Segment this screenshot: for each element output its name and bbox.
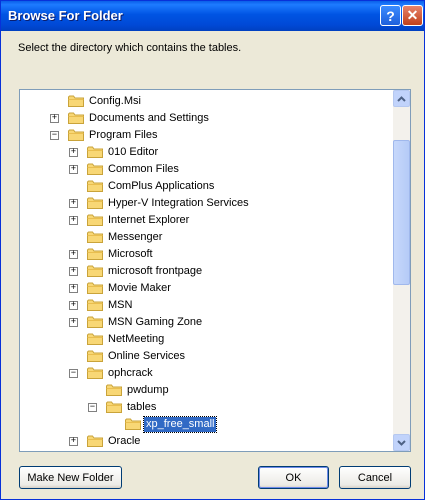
tree-item[interactable]: Config.Msi	[20, 93, 390, 110]
chevron-down-icon	[397, 439, 406, 446]
tree-item-label[interactable]: Config.Msi	[87, 94, 143, 109]
tree-item[interactable]: + Microsoft	[20, 246, 390, 263]
folder-icon	[87, 333, 103, 345]
folder-icon	[87, 231, 103, 243]
folder-icon	[87, 248, 103, 260]
help-button[interactable]: ?	[380, 5, 401, 26]
folder-icon	[87, 163, 103, 175]
dialog-title: Browse For Folder	[8, 8, 123, 23]
tree-item-label[interactable]: Program Files	[87, 128, 159, 143]
tree-item[interactable]: pwdump	[20, 382, 390, 399]
tree-item-label[interactable]: Common Files	[106, 162, 181, 177]
folder-icon	[87, 146, 103, 158]
tree-item[interactable]: − Program Files	[20, 127, 390, 144]
expand-icon[interactable]: +	[69, 250, 78, 259]
collapse-icon[interactable]: −	[69, 369, 78, 378]
folder-tree[interactable]: Config.Msi + Documents and Settings − Progra…	[19, 89, 411, 452]
expand-icon[interactable]: +	[69, 318, 78, 327]
folder-icon	[125, 418, 141, 430]
collapse-icon[interactable]: −	[88, 403, 97, 412]
folder-icon	[87, 214, 103, 226]
tree-item-label[interactable]: Messenger	[106, 230, 164, 245]
tree-item-label[interactable]: xp_free_small	[142, 416, 218, 433]
tree-item-label[interactable]: Hyper-V Integration Services	[106, 196, 251, 211]
tree-item-label[interactable]: Movie Maker	[106, 281, 173, 296]
tree-item-label[interactable]: ophcrack	[106, 366, 155, 381]
expand-icon[interactable]: +	[69, 267, 78, 276]
expand-icon[interactable]: +	[69, 216, 78, 225]
folder-icon	[87, 350, 103, 362]
tree-item-label[interactable]: Oracle	[106, 434, 142, 449]
expand-icon[interactable]: +	[69, 199, 78, 208]
folder-icon	[87, 197, 103, 209]
tree-item[interactable]: − ophcrack	[20, 365, 390, 382]
tree-item-label[interactable]: Internet Explorer	[106, 213, 191, 228]
tree-item[interactable]: − tables	[20, 399, 390, 416]
tree-item-label[interactable]: MSN Gaming Zone	[106, 315, 204, 330]
collapse-icon[interactable]: −	[50, 131, 59, 140]
tree-item-label[interactable]: tables	[125, 400, 158, 415]
help-icon: ?	[386, 7, 395, 24]
folder-icon	[87, 265, 103, 277]
tree-item-label[interactable]: MSN	[106, 298, 134, 313]
tree-item-label[interactable]: Microsoft	[106, 247, 155, 262]
scroll-up-button[interactable]	[393, 90, 410, 107]
folder-icon	[87, 367, 103, 379]
folder-icon	[68, 95, 84, 107]
folder-icon	[87, 282, 103, 294]
vertical-scrollbar[interactable]	[393, 90, 410, 451]
tree-item-label[interactable]: Online Services	[106, 349, 187, 364]
tree-item[interactable]: + MSN Gaming Zone	[20, 314, 390, 331]
tree-item[interactable]: + Oracle	[20, 433, 390, 450]
tree-item[interactable]: + Common Files	[20, 161, 390, 178]
scroll-thumb[interactable]	[393, 140, 410, 285]
ok-button[interactable]: OK	[258, 466, 329, 489]
close-icon: ✕	[406, 7, 419, 23]
tree-item-label[interactable]: microsoft frontpage	[106, 264, 204, 279]
tree-item[interactable]: Online Services	[20, 348, 390, 365]
title-bar[interactable]: Browse For Folder ? ✕	[1, 1, 424, 31]
tree-item[interactable]: + Hyper-V Integration Services	[20, 195, 390, 212]
expand-icon[interactable]: +	[69, 165, 78, 174]
cancel-button[interactable]: Cancel	[339, 466, 411, 489]
folder-icon	[87, 316, 103, 328]
tree-item[interactable]: Messenger	[20, 229, 390, 246]
instruction-text: Select the directory which contains the …	[18, 42, 242, 54]
tree-item-label[interactable]: NetMeeting	[106, 332, 166, 347]
expand-icon[interactable]: +	[50, 114, 59, 123]
tree-item[interactable]: NetMeeting	[20, 331, 390, 348]
expand-icon[interactable]: +	[69, 437, 78, 446]
folder-icon	[87, 180, 103, 192]
chevron-up-icon	[397, 95, 406, 102]
folder-icon	[87, 435, 103, 447]
scroll-down-button[interactable]	[393, 434, 410, 451]
tree-item[interactable]: + Internet Explorer	[20, 212, 390, 229]
folder-icon	[87, 299, 103, 311]
tree-item[interactable]: +010 Editor	[20, 144, 390, 161]
tree-item[interactable]: + Documents and Settings	[20, 110, 390, 127]
make-new-folder-button[interactable]: Make New Folder	[19, 466, 122, 489]
browse-for-folder-dialog: Browse For Folder ? ✕ Select the directo…	[0, 0, 425, 500]
close-button[interactable]: ✕	[402, 5, 423, 26]
tree-item[interactable]: + MSN	[20, 297, 390, 314]
tree-item[interactable]: + microsoft frontpage	[20, 263, 390, 280]
tree-item[interactable]: + Movie Maker	[20, 280, 390, 297]
tree-item[interactable]: xp_free_small	[20, 416, 390, 433]
expand-icon[interactable]: +	[69, 148, 78, 157]
expand-icon[interactable]: +	[69, 301, 78, 310]
folder-icon	[106, 384, 122, 396]
expand-icon[interactable]: +	[69, 284, 78, 293]
tree-item-label[interactable]: Documents and Settings	[87, 111, 211, 126]
tree-item-label[interactable]: 010 Editor	[106, 145, 160, 160]
tree-item[interactable]: ComPlus Applications	[20, 178, 390, 195]
folder-icon	[68, 112, 84, 124]
folder-icon	[106, 401, 122, 413]
tree-item-label[interactable]: pwdump	[125, 383, 171, 398]
folder-icon	[68, 129, 84, 141]
tree-item-label[interactable]: ComPlus Applications	[106, 179, 216, 194]
